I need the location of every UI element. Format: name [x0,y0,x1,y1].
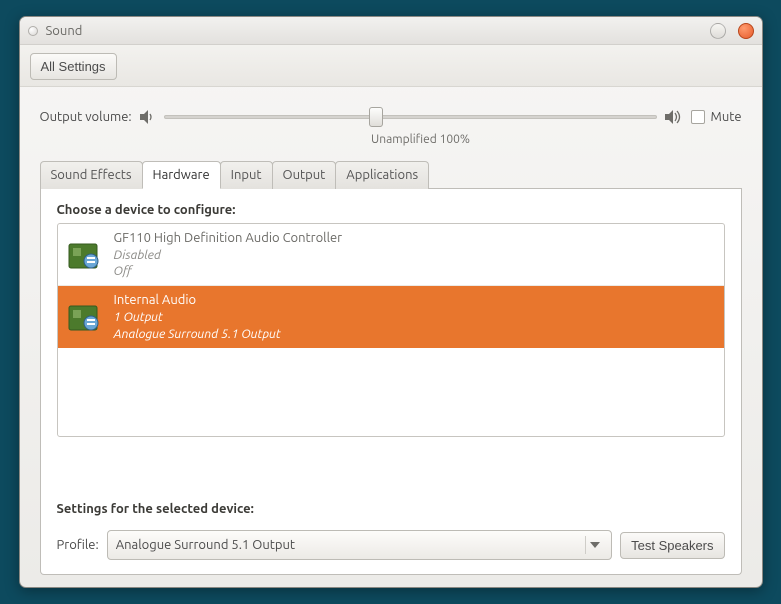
sound-settings-window: Sound All Settings Output volume: Mute U… [19,16,763,588]
chevron-down-icon [585,536,603,554]
profile-selected-value: Analogue Surround 5.1 Output [116,538,295,552]
tab-strip: Sound Effects Hardware Input Output Appl… [40,160,742,189]
close-button[interactable] [738,23,754,39]
choose-device-heading: Choose a device to configure: [57,203,725,217]
volume-caption: Unamplified 100% [40,133,742,146]
device-name: GF110 High Definition Audio Controller [114,230,343,247]
device-text: Internal Audio 1 Output Analogue Surroun… [114,292,281,341]
output-volume-label: Output volume: [40,110,132,124]
tab-applications[interactable]: Applications [335,161,429,189]
profile-row: Profile: Analogue Surround 5.1 Output Te… [57,530,725,560]
tab-hardware[interactable]: Hardware [142,161,221,189]
device-text: GF110 High Definition Audio Controller D… [114,230,343,279]
sound-card-icon [66,238,104,272]
output-volume-row: Output volume: Mute [40,105,742,129]
device-row[interactable]: GF110 High Definition Audio Controller D… [58,224,724,286]
all-settings-button[interactable]: All Settings [30,53,117,80]
mute-label: Mute [711,110,742,124]
window-title: Sound [46,24,698,38]
mute-checkbox[interactable] [691,110,705,124]
content-area: Output volume: Mute Unamplified 100% Sou… [20,87,762,587]
profile-label: Profile: [57,538,99,552]
device-status: Disabled [114,247,343,263]
device-list: GF110 High Definition Audio Controller D… [57,223,725,437]
speaker-high-icon [665,110,683,124]
device-row[interactable]: Internal Audio 1 Output Analogue Surroun… [58,286,724,347]
profile-select[interactable]: Analogue Surround 5.1 Output [107,530,612,560]
settings-heading: Settings for the selected device: [57,502,725,516]
tab-sound-effects[interactable]: Sound Effects [40,161,143,189]
device-name: Internal Audio [114,292,281,309]
mute-control: Mute [691,110,742,124]
test-speakers-button[interactable]: Test Speakers [620,532,724,559]
output-volume-slider[interactable] [164,105,657,129]
device-profile: Analogue Surround 5.1 Output [114,326,281,342]
tab-input[interactable]: Input [220,161,273,189]
toolbar: All Settings [20,45,762,87]
app-icon [28,26,38,36]
slider-thumb[interactable] [369,107,383,127]
titlebar[interactable]: Sound [20,17,762,45]
device-profile: Off [114,263,343,279]
speaker-low-icon [140,110,156,124]
sound-card-icon [66,300,104,334]
minimize-button[interactable] [710,23,726,39]
hardware-tab-body: Choose a device to configure: GF110 H [40,189,742,575]
device-status: 1 Output [114,309,281,325]
tab-output[interactable]: Output [272,161,337,189]
